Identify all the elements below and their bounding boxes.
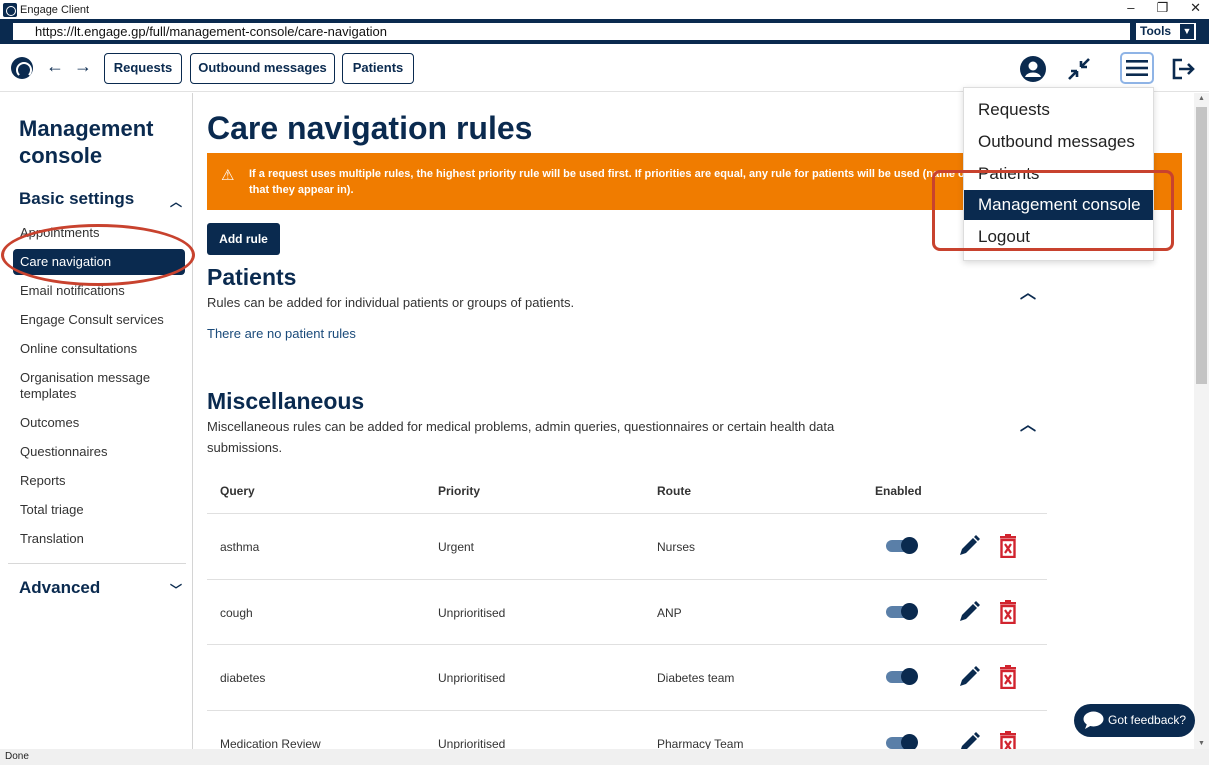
sidebar-item-organisation-message-templates[interactable]: Organisation message templates [20, 370, 180, 402]
engage-logo-icon[interactable] [11, 57, 33, 79]
status-text: Done [5, 751, 29, 762]
route-cell: Nurses [657, 540, 696, 554]
feedback-button[interactable]: Got feedback? [1074, 704, 1195, 737]
basic-settings-heading[interactable]: Basic settings [19, 189, 134, 209]
sidebar-item-outcomes[interactable]: Outcomes [20, 415, 180, 431]
annotation-rectangle [932, 170, 1174, 251]
patients-description: Rules can be added for individual patien… [207, 295, 575, 310]
hamburger-menu-icon[interactable] [1120, 52, 1154, 84]
sidebar-title: Management console [19, 116, 154, 168]
enabled-toggle[interactable] [886, 734, 918, 749]
query-cell: diabetes [220, 671, 266, 685]
logout-icon[interactable] [1169, 55, 1197, 83]
minimize-button[interactable]: – [1127, 0, 1134, 16]
priority-cell: Urgent [438, 540, 475, 554]
enabled-toggle[interactable] [886, 668, 918, 685]
annotation-ellipse [1, 224, 195, 286]
table-row: diabetes Unprioritised Diabetes team [207, 644, 1047, 709]
delete-bin-icon[interactable] [998, 600, 1018, 624]
no-patient-rules-text: There are no patient rules [207, 326, 356, 341]
miscellaneous-description: Miscellaneous rules can be added for med… [207, 419, 835, 455]
query-cell: asthma [220, 540, 260, 554]
query-cell: Medication Review [220, 737, 321, 749]
sidebar-item-translation[interactable]: Translation [20, 531, 180, 547]
sidebar-item-engage-consult-services[interactable]: Engage Consult services [20, 312, 180, 328]
feedback-label: Got feedback? [1108, 713, 1187, 727]
patients-button[interactable]: Patients [342, 53, 414, 84]
app-toolbar: ← → Requests Outbound messages Patients [0, 44, 1209, 92]
chevron-up-icon[interactable]: ︿ [170, 193, 182, 210]
enabled-toggle[interactable] [886, 537, 918, 554]
speech-bubble-icon [1083, 711, 1104, 729]
delete-bin-icon[interactable] [998, 731, 1018, 749]
miscellaneous-collapse-chevron-icon[interactable]: ︿ [1020, 411, 1036, 435]
tools-dropdown-icon: ▼ [1180, 24, 1194, 39]
patients-heading: Patients [207, 264, 297, 290]
sidebar-divider [8, 563, 186, 564]
page-title: Care navigation rules [207, 110, 533, 146]
edit-pencil-icon[interactable] [957, 731, 981, 749]
close-button[interactable]: ✕ [1190, 0, 1201, 16]
enabled-toggle[interactable] [886, 603, 918, 620]
user-account-icon[interactable] [1019, 55, 1047, 83]
edit-pencil-icon[interactable] [957, 665, 981, 689]
window-title: Engage Client [20, 3, 90, 16]
status-bar: Done [0, 749, 1209, 765]
miscellaneous-heading: Miscellaneous [207, 388, 365, 414]
back-arrow-icon[interactable]: ← [46, 56, 64, 77]
menu-item-outbound-messages[interactable]: Outbound messages [964, 127, 1153, 157]
sidebar: Management console Basic settings ︿ Appo… [0, 93, 193, 749]
sidebar-item-questionnaires[interactable]: Questionnaires [20, 444, 180, 460]
scroll-thumb[interactable] [1196, 107, 1207, 384]
tools-label: Tools [1140, 24, 1172, 38]
edit-pencil-icon[interactable] [957, 600, 981, 624]
table-row: cough Unprioritised ANP [207, 579, 1047, 644]
priority-cell: Unprioritised [438, 737, 506, 749]
collapse-arrows-icon[interactable] [1065, 55, 1093, 83]
advanced-heading[interactable]: Advanced [19, 578, 100, 598]
sidebar-item-online-consultations[interactable]: Online consultations [20, 341, 180, 357]
delete-bin-icon[interactable] [998, 665, 1018, 689]
menu-item-requests[interactable]: Requests [964, 95, 1153, 125]
priority-cell: Unprioritised [438, 606, 506, 620]
column-header-enabled[interactable]: Enabled [875, 484, 922, 498]
window-controls: – ❐ ✕ [1127, 0, 1201, 16]
table-row: asthma Urgent Nurses [207, 513, 1047, 578]
outbound-messages-button[interactable]: Outbound messages [190, 53, 335, 84]
table-row: Medication Review Unprioritised Pharmacy… [207, 710, 1047, 749]
add-rule-button[interactable]: Add rule [207, 223, 280, 255]
engage-app-icon [3, 2, 17, 17]
sidebar-item-reports[interactable]: Reports [20, 473, 180, 489]
column-header-route[interactable]: Route [657, 484, 691, 498]
warning-icon: ⚠ [221, 167, 235, 184]
vertical-scrollbar[interactable]: ▲ ▼ [1194, 93, 1209, 749]
column-header-query[interactable]: Query [220, 484, 255, 498]
forward-arrow-icon[interactable]: → [74, 56, 92, 77]
priority-cell: Unprioritised [438, 671, 506, 685]
tools-menu-button[interactable]: Tools ▼ [1136, 23, 1196, 40]
window-titlebar: Engage Client – ❐ ✕ [0, 0, 1209, 19]
route-cell: Pharmacy Team [657, 737, 744, 749]
chevron-down-icon[interactable]: ﹀ [170, 581, 182, 598]
column-header-priority[interactable]: Priority [438, 484, 480, 498]
address-bar: https://lt.engage.gp/full/management-con… [0, 19, 1209, 44]
scroll-down-arrow-icon[interactable]: ▼ [1198, 740, 1205, 747]
sidebar-item-total-triage[interactable]: Total triage [20, 502, 180, 518]
url-field[interactable]: https://lt.engage.gp/full/management-con… [13, 23, 1130, 40]
scroll-up-arrow-icon[interactable]: ▲ [1198, 95, 1205, 102]
maximize-button[interactable]: ❐ [1156, 0, 1168, 16]
route-cell: ANP [657, 606, 682, 620]
route-cell: Diabetes team [657, 671, 735, 685]
edit-pencil-icon[interactable] [957, 534, 981, 558]
query-cell: cough [220, 606, 253, 620]
banner-message: If a request uses multiple rules, the hi… [249, 168, 1042, 196]
requests-button[interactable]: Requests [104, 53, 182, 84]
delete-bin-icon[interactable] [998, 534, 1018, 558]
patients-collapse-chevron-icon[interactable]: ︿ [1020, 279, 1036, 303]
